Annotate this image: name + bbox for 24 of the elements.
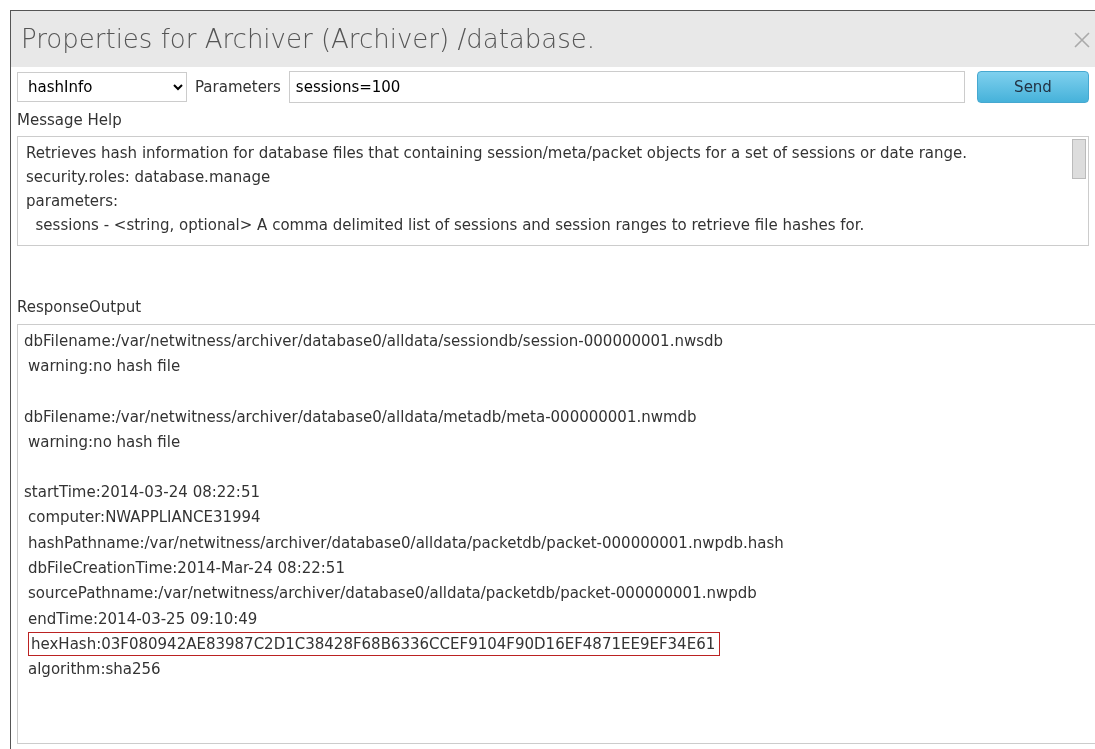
help-text: Retrieves hash information for database files that containing session/meta/packet objects for a set of sessions or date range. (26, 142, 969, 164)
window-title: Properties for Archiver (Archiver) /database. (21, 22, 595, 56)
output-line: hashPathname:/var/netwitness/archiver/database0/alldata/packetdb/packet-000000001.nwpdb.hash (28, 532, 785, 554)
parameters-label: Parameters (195, 76, 281, 98)
output-line: startTime:2014-03-24 08:22:51 (24, 482, 261, 504)
output-line: warning:no hash file (28, 356, 182, 378)
output-line: endTime:2014-03-25 09:10:49 (28, 608, 259, 630)
help-text: security.roles: database.manage (26, 166, 272, 188)
output-line: dbFileCreationTime:2014-Mar-24 08:22:51 (28, 558, 346, 580)
command-dropdown[interactable]: hashInfo (17, 72, 187, 102)
output-line: warning:no hash file (28, 431, 182, 453)
close-icon (1073, 31, 1091, 49)
output-line: sourcePathname:/var/netwitness/archiver/database0/alldata/packetdb/packet-000000001.nwpdb (28, 583, 758, 605)
response-output-label: ResponseOutput (16, 296, 143, 318)
output-line: dbFilename:/var/netwitness/archiver/database0/alldata/metadb/meta-000000001.nwmdb (24, 406, 698, 428)
help-text: parameters: (26, 190, 120, 212)
send-button[interactable]: Send (977, 71, 1089, 103)
output-line: algorithm:sha256 (28, 659, 162, 681)
scrollbar-thumb[interactable] (1072, 138, 1086, 179)
help-text: sessions - <string, optional> A comma delimited list of sessions and session ranges to retrieve file hashes for. (34, 214, 866, 236)
output-line: computer:NWAPPLIANCE31994 (28, 507, 262, 529)
message-help-label: Message Help (16, 110, 123, 131)
output-line: dbFilename:/var/netwitness/archiver/database0/alldata/sessiondb/session-000000001.nwsdb (24, 331, 725, 352)
parameters-field[interactable]: sessions=100 (288, 71, 965, 103)
